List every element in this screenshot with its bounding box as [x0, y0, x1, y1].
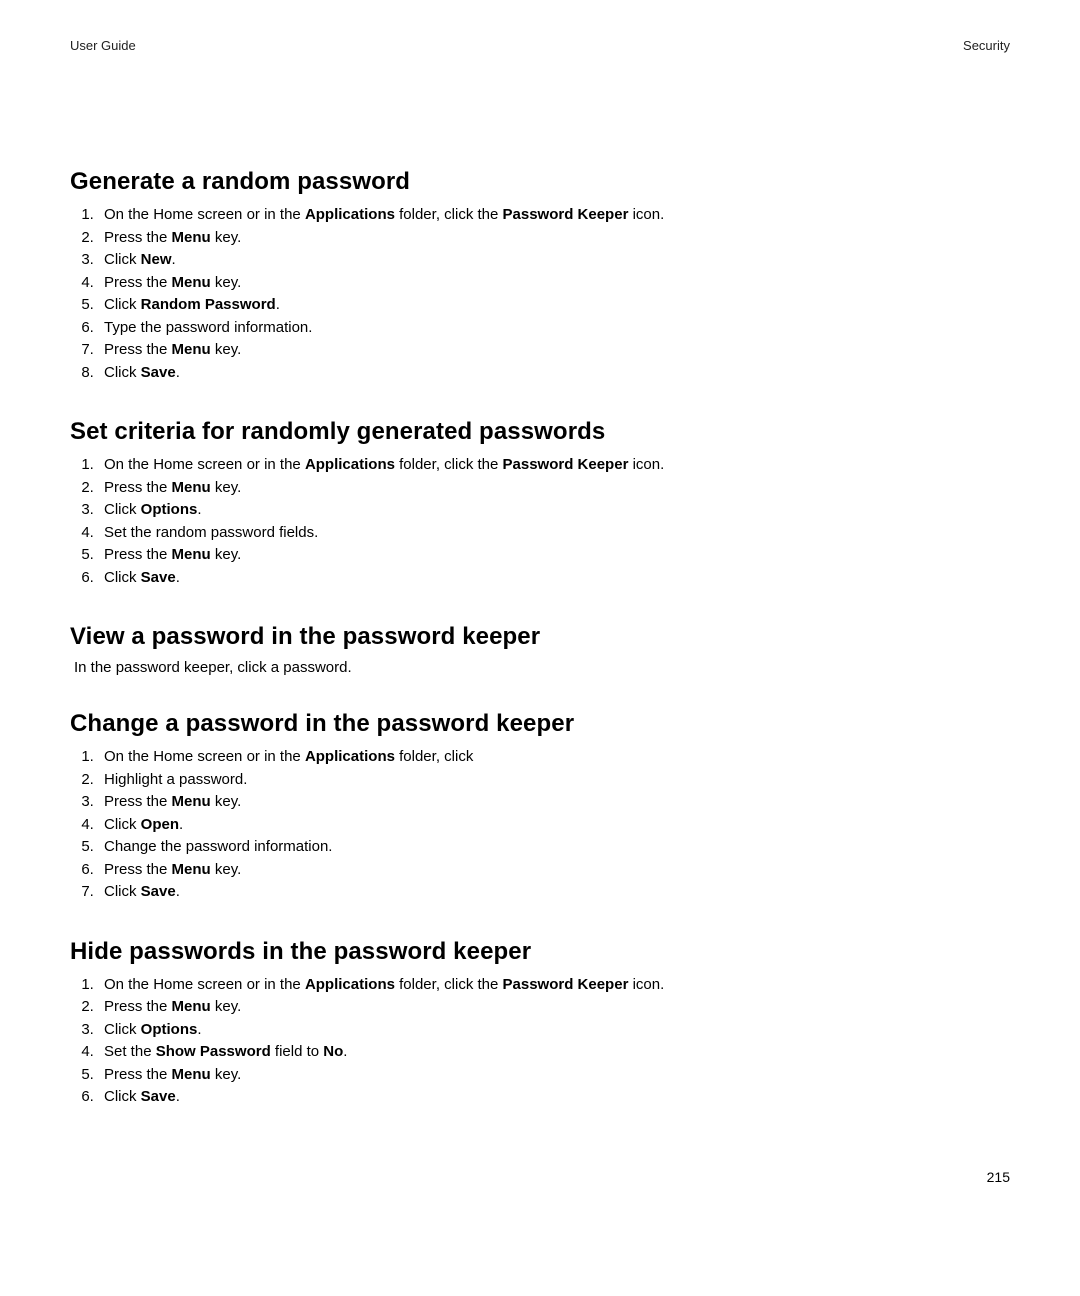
step-item: Press the Menu key.: [98, 996, 1010, 1019]
bold-text: Applications: [305, 748, 395, 765]
bold-text: Save: [141, 364, 176, 381]
bold-text: Options: [141, 1021, 198, 1038]
step-list: On the Home screen or in the Application…: [70, 204, 1010, 384]
step-item: Click Random Password.: [98, 294, 1010, 317]
step-item: Click Save.: [98, 1086, 1010, 1109]
step-item: Highlight a password.: [98, 769, 1010, 792]
bold-text: Random Password: [141, 296, 276, 313]
step-item: Click Save.: [98, 362, 1010, 385]
step-item: On the Home screen or in the Application…: [98, 454, 1010, 477]
bold-text: Show Password: [156, 1043, 271, 1060]
bold-text: Open: [141, 816, 179, 833]
bold-text: Menu: [172, 546, 211, 563]
bold-text: Applications: [305, 976, 395, 993]
bold-text: Save: [141, 569, 176, 586]
step-item: Press the Menu key.: [98, 477, 1010, 500]
page-number: 215: [70, 1169, 1010, 1185]
bold-text: New: [141, 251, 172, 268]
bold-text: Save: [141, 1088, 176, 1105]
step-list: On the Home screen or in the Application…: [70, 974, 1010, 1109]
step-item: Set the random password fields.: [98, 522, 1010, 545]
bold-text: Menu: [172, 1066, 211, 1083]
step-item: On the Home screen or in the Application…: [98, 974, 1010, 997]
step-item: Press the Menu key.: [98, 859, 1010, 882]
bold-text: Password Keeper: [503, 976, 629, 993]
bold-text: Options: [141, 501, 198, 518]
bold-text: Password Keeper: [503, 206, 629, 223]
step-item: Click Options.: [98, 499, 1010, 522]
bold-text: Password Keeper: [503, 456, 629, 473]
bold-text: Menu: [172, 274, 211, 291]
step-item: Click Open.: [98, 814, 1010, 837]
step-item: Click Save.: [98, 881, 1010, 904]
step-item: Click Options.: [98, 1019, 1010, 1042]
step-item: On the Home screen or in the Application…: [98, 204, 1010, 227]
bold-text: Menu: [172, 861, 211, 878]
bold-text: Applications: [305, 456, 395, 473]
bold-text: Menu: [172, 479, 211, 496]
step-item: Set the Show Password field to No.: [98, 1041, 1010, 1064]
section-title: Hide passwords in the password keeper: [70, 938, 1010, 966]
step-item: Change the password information.: [98, 836, 1010, 859]
document-page: User Guide Security Generate a random pa…: [0, 0, 1080, 1235]
header-left: User Guide: [70, 38, 136, 53]
section-title: Generate a random password: [70, 168, 1010, 196]
bold-text: Menu: [172, 998, 211, 1015]
step-item: Press the Menu key.: [98, 1064, 1010, 1087]
step-item: Press the Menu key.: [98, 791, 1010, 814]
header-right: Security: [963, 38, 1010, 53]
step-item: Press the Menu key.: [98, 227, 1010, 250]
section-title: View a password in the password keeper: [70, 623, 1010, 651]
step-item: Type the password information.: [98, 317, 1010, 340]
bold-text: No: [323, 1043, 343, 1060]
bold-text: Menu: [172, 793, 211, 810]
bold-text: Applications: [305, 206, 395, 223]
section-title: Change a password in the password keeper: [70, 710, 1010, 738]
bold-text: Menu: [172, 341, 211, 358]
bold-text: Menu: [172, 229, 211, 246]
step-item: Click New.: [98, 249, 1010, 272]
step-item: Click Save.: [98, 567, 1010, 590]
step-item: Press the Menu key.: [98, 339, 1010, 362]
step-item: Press the Menu key.: [98, 272, 1010, 295]
bold-text: Save: [141, 883, 176, 900]
section-body: In the password keeper, click a password…: [74, 659, 1010, 676]
step-item: Press the Menu key.: [98, 544, 1010, 567]
step-list: On the Home screen or in the Application…: [70, 746, 1010, 904]
step-item: On the Home screen or in the Application…: [98, 746, 1010, 769]
step-list: On the Home screen or in the Application…: [70, 454, 1010, 589]
page-header: User Guide Security: [70, 38, 1010, 53]
section-title: Set criteria for randomly generated pass…: [70, 418, 1010, 446]
